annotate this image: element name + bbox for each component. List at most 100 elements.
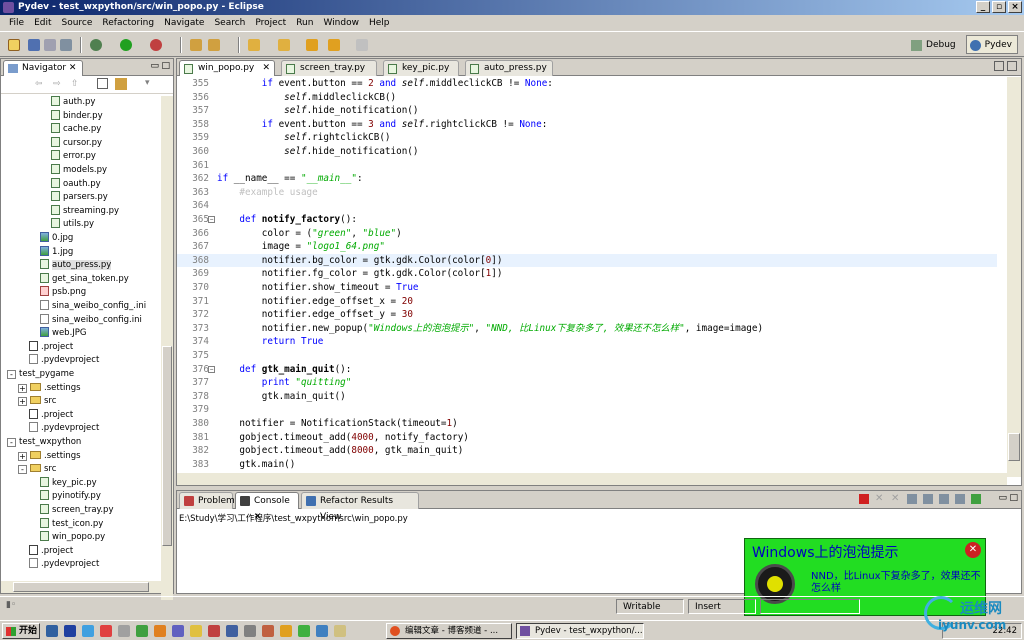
- tree-item[interactable]: sina_weibo_config.ini: [40, 313, 142, 327]
- tree-item[interactable]: .pydevproject: [29, 558, 99, 571]
- minimize-view-icon[interactable]: ▭: [998, 493, 1007, 503]
- save-icon[interactable]: [28, 39, 40, 51]
- remove-all-icon[interactable]: ✕: [891, 494, 901, 504]
- next-annotation-icon[interactable]: [248, 39, 260, 51]
- quicklaunch-icon[interactable]: [244, 625, 256, 637]
- restore-button[interactable]: ▫: [992, 1, 1006, 13]
- close-button[interactable]: ×: [1008, 1, 1022, 13]
- tree-item[interactable]: auth.py: [51, 96, 95, 109]
- fold-toggle-icon[interactable]: −: [208, 216, 215, 223]
- remove-launch-icon[interactable]: ✕: [875, 494, 885, 504]
- tab-navigator[interactable]: Navigator ✕: [3, 60, 84, 76]
- open-type-icon[interactable]: [190, 39, 202, 51]
- code-line[interactable]: 382 gobject.timeout_add(8000, gtk_main_q…: [177, 444, 997, 458]
- tree-item[interactable]: parsers.py: [51, 191, 108, 204]
- previous-annotation-icon[interactable]: [278, 39, 290, 51]
- tree-item[interactable]: .pydevproject: [29, 422, 99, 435]
- collapse-icon[interactable]: -: [7, 370, 16, 379]
- tree-item[interactable]: + .settings: [18, 450, 81, 463]
- back-icon[interactable]: [328, 39, 340, 51]
- tree-item[interactable]: test_icon.py: [40, 517, 103, 531]
- code-line[interactable]: 359 self.rightclickCB(): [177, 131, 997, 145]
- code-line[interactable]: 369 notifier.fg_color = gtk.gdk.Color(co…: [177, 267, 997, 281]
- quicklaunch-icon[interactable]: [172, 625, 184, 637]
- terminate-icon[interactable]: [859, 494, 869, 504]
- tree-item[interactable]: .project: [29, 340, 73, 354]
- quicklaunch-icon[interactable]: [64, 625, 76, 637]
- quicklaunch-icon[interactable]: [298, 625, 310, 637]
- new-icon[interactable]: [8, 39, 20, 51]
- tab-refactor-results[interactable]: Refactor Results View: [301, 492, 419, 522]
- menu-project[interactable]: Project: [250, 18, 291, 28]
- minimize-editor-icon[interactable]: [994, 61, 1004, 71]
- back-icon[interactable]: ⇦: [35, 79, 43, 89]
- code-line[interactable]: 379: [177, 403, 997, 417]
- close-icon[interactable]: ✕: [69, 63, 77, 73]
- navigator-horizontal-scrollbar[interactable]: [1, 581, 161, 593]
- code-line[interactable]: 378 gtk.main_quit(): [177, 390, 997, 404]
- editor-tab[interactable]: key_pic.py: [383, 60, 459, 76]
- tree-item[interactable]: - src: [18, 463, 56, 476]
- quicklaunch-icon[interactable]: [226, 625, 238, 637]
- tree-item[interactable]: pyinotify.py: [40, 490, 101, 503]
- code-line[interactable]: 380 notifier = NotificationStack(timeout…: [177, 417, 997, 431]
- tree-item[interactable]: - test_wxpython: [7, 436, 81, 449]
- quicklaunch-icon[interactable]: [262, 625, 274, 637]
- quicklaunch-icon[interactable]: [190, 625, 202, 637]
- scrollbar-thumb[interactable]: [1008, 433, 1020, 461]
- tree-item[interactable]: binder.py: [51, 109, 103, 123]
- code-line[interactable]: 365− def notify_factory():: [177, 213, 997, 227]
- tree-item[interactable]: cursor.py: [51, 136, 102, 150]
- debug-icon[interactable]: [90, 39, 102, 51]
- code-line[interactable]: 375: [177, 349, 997, 363]
- code-line[interactable]: 381 gobject.timeout_add(4000, notify_fac…: [177, 431, 997, 445]
- tree-item[interactable]: + src: [18, 395, 56, 408]
- quicklaunch-icon[interactable]: [118, 625, 130, 637]
- collapse-all-icon[interactable]: [97, 78, 108, 89]
- pydev-perspective-button[interactable]: Pydev: [965, 35, 1018, 54]
- code-line[interactable]: 374 return True: [177, 335, 997, 349]
- last-edit-location-icon[interactable]: [306, 39, 318, 51]
- tree-item[interactable]: streaming.py: [51, 204, 119, 218]
- code-line[interactable]: 364: [177, 199, 997, 213]
- popup-close-icon[interactable]: ✕: [965, 542, 981, 558]
- code-line[interactable]: 367 image = "logo1_64.png": [177, 240, 997, 254]
- editor-tab[interactable]: auto_press.py: [465, 60, 553, 76]
- code-line[interactable]: 383 gtk.main(): [177, 458, 997, 472]
- menu-window[interactable]: Window: [318, 18, 364, 28]
- save-all-icon[interactable]: [44, 39, 56, 51]
- taskbar-item-browser[interactable]: 编辑文章 - 博客频道 - ...: [386, 623, 512, 639]
- editor-tab[interactable]: screen_tray.py: [281, 60, 377, 76]
- tree-item[interactable]: auto_press.py: [40, 259, 112, 272]
- code-line[interactable]: 361: [177, 159, 997, 173]
- run-icon[interactable]: [120, 39, 132, 51]
- expand-icon[interactable]: +: [18, 451, 27, 461]
- editor-horizontal-scrollbar[interactable]: [177, 473, 1007, 485]
- expand-icon[interactable]: +: [18, 383, 27, 393]
- tree-item[interactable]: cache.py: [51, 123, 101, 136]
- minimize-view-icon[interactable]: ▭: [150, 61, 159, 71]
- tab-problems[interactable]: Problems: [179, 492, 239, 509]
- tree-item[interactable]: models.py: [51, 164, 107, 177]
- tree-item[interactable]: screen_tray.py: [40, 504, 114, 517]
- tree-item[interactable]: psb.png: [40, 286, 86, 299]
- pin-console-icon[interactable]: [955, 494, 965, 504]
- quicklaunch-icon[interactable]: [46, 625, 58, 637]
- menu-edit[interactable]: Edit: [29, 18, 56, 28]
- code-line[interactable]: 363 #example usage: [177, 186, 997, 200]
- code-line[interactable]: 357 self.hide_notification(): [177, 104, 997, 118]
- scroll-lock-icon[interactable]: [923, 494, 933, 504]
- show-console-icon[interactable]: [939, 494, 949, 504]
- collapse-icon[interactable]: -: [7, 438, 16, 447]
- tree-item[interactable]: win_popo.py: [40, 531, 105, 544]
- print-icon[interactable]: [60, 39, 72, 51]
- menu-source[interactable]: Source: [57, 18, 98, 28]
- code-line[interactable]: 362 if __name__ == "__main__":: [177, 172, 997, 186]
- fold-toggle-icon[interactable]: −: [208, 365, 215, 373]
- code-line[interactable]: 358 if event.button == 3 and self.rightc…: [177, 118, 997, 132]
- tree-item[interactable]: 1.jpg: [40, 245, 73, 259]
- taskbar-item-eclipse[interactable]: Pydev - test_wxpython/...: [516, 623, 644, 639]
- tree-item[interactable]: .pydevproject: [29, 354, 99, 367]
- forward-icon[interactable]: ⇨: [53, 79, 61, 89]
- tree-item[interactable]: sina_weibo_config_.ini: [40, 300, 146, 313]
